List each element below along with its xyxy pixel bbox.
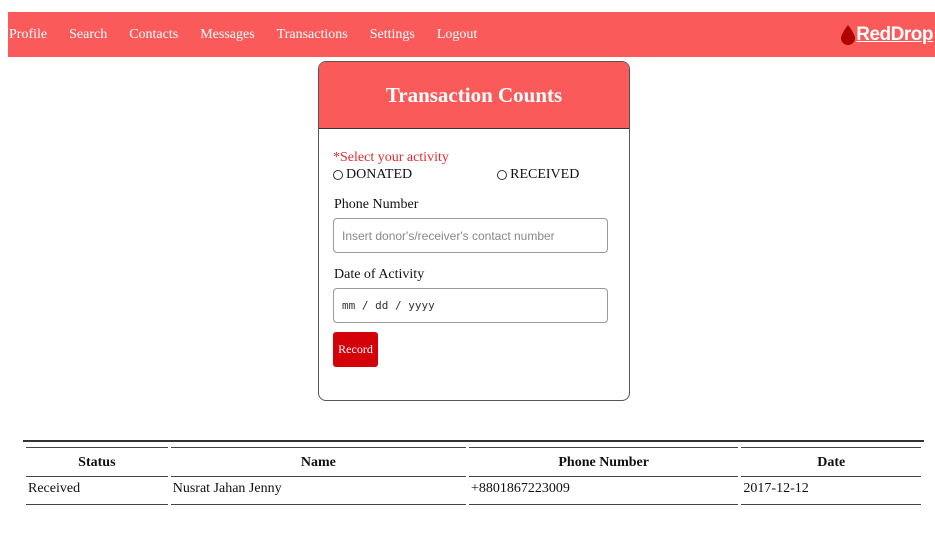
transactions-table-container: Status Name Phone Number Date Received N…: [23, 440, 924, 505]
cell-date: 2017-12-12: [741, 477, 921, 505]
nav-links: Profile Search Contacts Messages Transac…: [8, 12, 499, 57]
nav-link-settings[interactable]: Settings: [370, 27, 415, 43]
radio-donated[interactable]: DONATED: [333, 167, 412, 183]
phone-placeholder: Insert donor's/receiver's contact number: [342, 228, 555, 243]
brand-logo[interactable]: RedDrop: [841, 21, 933, 49]
radio-received[interactable]: RECEIVED: [497, 167, 579, 183]
date-input[interactable]: mm / dd / yyyy: [333, 288, 608, 323]
header-phone: Phone Number: [468, 447, 739, 477]
cell-name: Nusrat Jahan Jenny: [170, 477, 466, 505]
table-top-divider: [23, 440, 924, 442]
activity-label: *Select your activity: [333, 150, 449, 165]
header-name: Name: [170, 447, 466, 477]
header-date: Date: [741, 447, 921, 477]
nav-link-contacts[interactable]: Contacts: [129, 27, 178, 43]
activity-radio-group: DONATED RECEIVED: [333, 167, 611, 183]
date-label: Date of Activity: [334, 267, 425, 282]
transactions-table: Status Name Phone Number Date Received N…: [23, 447, 924, 505]
table-row: Received Nusrat Jahan Jenny +88018672230…: [26, 477, 921, 505]
nav-link-profile[interactable]: Profile: [9, 27, 47, 43]
radio-received-label: RECEIVED: [510, 167, 580, 182]
brand-name: RedDrop: [856, 24, 933, 45]
nav-link-search[interactable]: Search: [69, 27, 107, 43]
radio-donated-label: DONATED: [346, 167, 413, 182]
form-body: *Select your activity DONATED RECEIVED P…: [333, 150, 611, 367]
form-title: Transaction Counts: [385, 82, 563, 107]
cell-phone: +8801867223009: [468, 477, 739, 505]
nav-link-transactions[interactable]: Transactions: [277, 27, 348, 43]
header-status: Status: [26, 447, 168, 477]
nav-link-logout[interactable]: Logout: [437, 27, 477, 43]
card-header: Transaction Counts: [319, 62, 629, 129]
blood-drop-icon: [841, 25, 856, 45]
phone-label: Phone Number: [334, 197, 419, 212]
nav-link-messages[interactable]: Messages: [200, 27, 254, 43]
phone-input[interactable]: Insert donor's/receiver's contact number: [333, 218, 608, 253]
transaction-form-card: Transaction Counts *Select your activity…: [318, 61, 630, 401]
record-button[interactable]: Record: [333, 332, 378, 367]
radio-circle-icon[interactable]: [333, 170, 343, 180]
top-navbar: Profile Search Contacts Messages Transac…: [8, 12, 935, 57]
date-placeholder: mm / dd / yyyy: [342, 299, 435, 312]
radio-circle-icon[interactable]: [497, 170, 508, 180]
cell-status: Received: [26, 477, 168, 505]
table-header-row: Status Name Phone Number Date: [26, 447, 921, 477]
